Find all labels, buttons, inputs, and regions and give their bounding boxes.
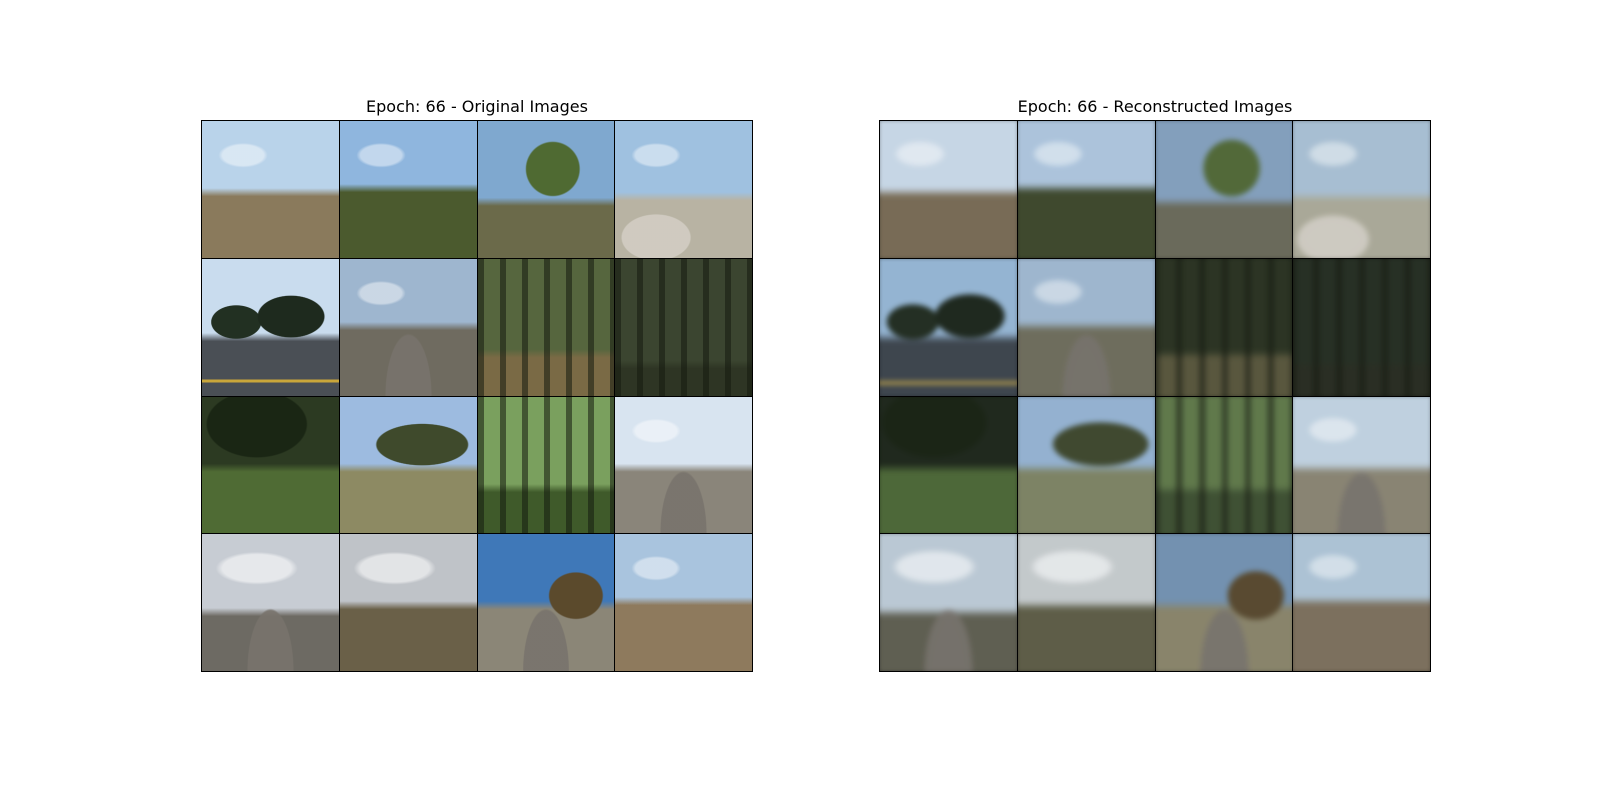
original-image-tile: [339, 396, 477, 534]
reconstructed-images-panel: Epoch: 66 - Reconstructed Images: [879, 94, 1431, 672]
original-image-tile: [615, 534, 752, 671]
fisheye-road-scene: [615, 396, 752, 534]
reconstructed-image-tile: [1017, 121, 1155, 258]
tree-line-road-scene: [880, 258, 1017, 396]
original-image-tile: [202, 534, 339, 671]
curved-road-scene: [1017, 258, 1155, 396]
reconstructed-image-tile: [1293, 258, 1430, 396]
dry-field-scene: [880, 121, 1017, 258]
reconstructed-image-tile: [1293, 534, 1430, 671]
reconstructed-image-tile: [1155, 396, 1293, 534]
original-image-tile: [615, 121, 752, 258]
dry-field-scene: [202, 121, 339, 258]
original-images-grid: [201, 120, 753, 672]
original-image-tile: [202, 121, 339, 258]
overcast-car-scene: [339, 534, 477, 671]
jungle-slope-scene: [880, 396, 1017, 534]
original-image-tile: [202, 258, 339, 396]
original-image-tile: [339, 121, 477, 258]
reconstructed-images-title: Epoch: 66 - Reconstructed Images: [1017, 97, 1293, 116]
original-image-tile: [202, 396, 339, 534]
palm-house-scene: [477, 121, 615, 258]
overcast-car-scene: [1017, 534, 1155, 671]
curved-road-scene: [339, 258, 477, 396]
original-images-panel: Epoch: 66 - Original Images: [201, 94, 753, 672]
original-image-tile: [477, 534, 615, 671]
sunny-road-trees-scene: [477, 534, 615, 671]
reconstructed-image-tile: [1017, 258, 1155, 396]
jungle-slope-scene: [202, 396, 339, 534]
reconstructed-image-tile: [1293, 121, 1430, 258]
dry-plain-scene: [1293, 534, 1430, 671]
hillside-houses-scene: [1017, 396, 1155, 534]
green-bushes-scene: [339, 121, 477, 258]
fisheye-road-scene: [1293, 396, 1430, 534]
dry-plain-scene: [615, 534, 752, 671]
reconstructed-image-tile: [1293, 396, 1430, 534]
birch-woods-scene: [477, 396, 615, 534]
cloudy-road-scene: [880, 534, 1017, 671]
reconstructed-image-tile: [880, 534, 1017, 671]
reconstructed-image-tile: [1017, 396, 1155, 534]
reconstructed-image-tile: [1155, 121, 1293, 258]
original-image-tile: [477, 121, 615, 258]
dark-forest-scene: [1293, 258, 1430, 396]
original-image-tile: [477, 396, 615, 534]
original-image-tile: [339, 534, 477, 671]
reconstructed-image-tile: [880, 258, 1017, 396]
forest-scene: [477, 258, 615, 396]
sunny-road-trees-scene: [1155, 534, 1293, 671]
reconstructed-images-grid: [879, 120, 1431, 672]
reconstructed-image-tile: [1155, 258, 1293, 396]
green-bushes-scene: [1017, 121, 1155, 258]
parking-lot-scene: [615, 121, 752, 258]
original-image-tile: [477, 258, 615, 396]
birch-woods-scene: [1155, 396, 1293, 534]
original-image-tile: [615, 396, 752, 534]
parking-lot-scene: [1293, 121, 1430, 258]
reconstructed-image-tile: [880, 396, 1017, 534]
original-image-tile: [339, 258, 477, 396]
reconstructed-image-tile: [880, 121, 1017, 258]
dark-forest-scene: [615, 258, 752, 396]
reconstructed-image-tile: [1155, 534, 1293, 671]
original-image-tile: [615, 258, 752, 396]
palm-house-scene: [1155, 121, 1293, 258]
cloudy-road-scene: [202, 534, 339, 671]
tree-line-road-scene: [202, 258, 339, 396]
hillside-houses-scene: [339, 396, 477, 534]
reconstructed-image-tile: [1017, 534, 1155, 671]
original-images-title: Epoch: 66 - Original Images: [366, 97, 588, 116]
forest-scene: [1155, 258, 1293, 396]
